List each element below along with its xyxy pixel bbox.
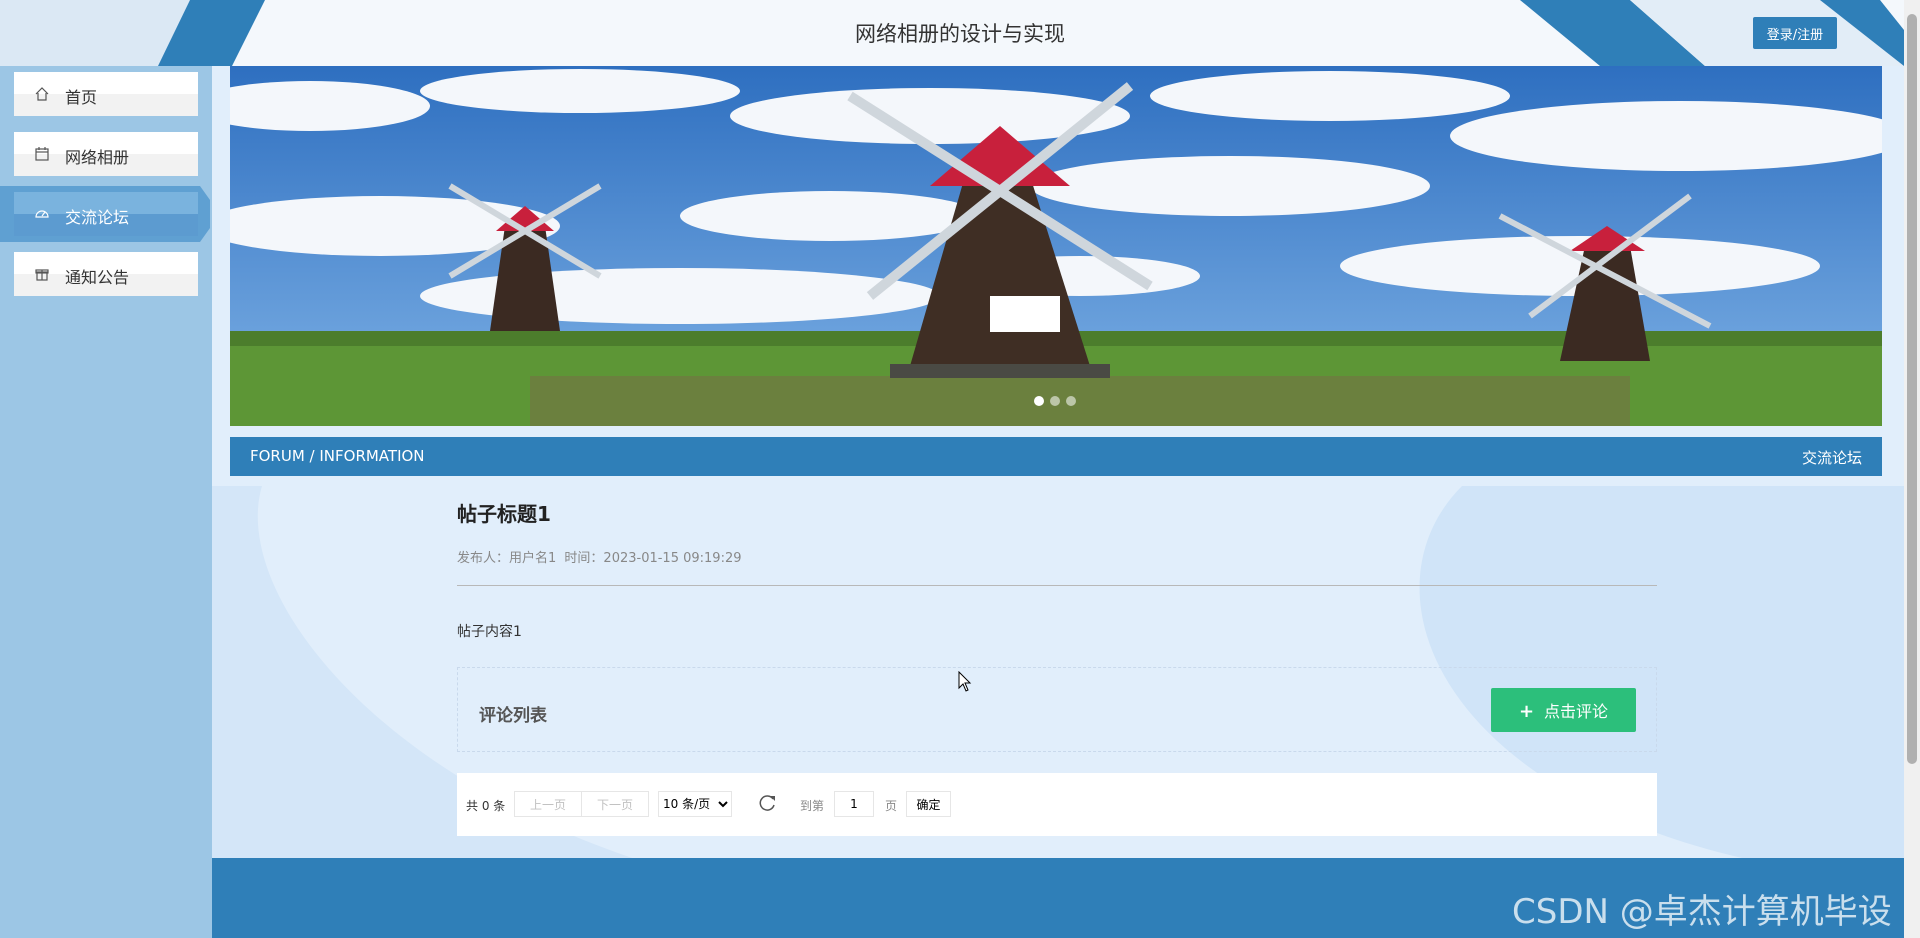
- home-icon: [35, 87, 49, 101]
- comment-list-panel: 评论列表 + 点击评论: [457, 667, 1657, 752]
- mouse-cursor-icon: [958, 671, 972, 692]
- watermark-text: CSDN @卓杰计算机毕设: [1512, 892, 1892, 932]
- section-header: FORUM / INFORMATION 交流论坛: [230, 437, 1882, 476]
- page-suffix: 页: [885, 799, 898, 813]
- sidebar-item-label: 通知公告: [65, 268, 130, 287]
- dashboard-icon: [35, 210, 49, 218]
- confirm-page-button[interactable]: 确定: [906, 791, 951, 817]
- post-meta: 发布人：用户名1 时间：2023-01-15 09:19:29: [457, 547, 746, 566]
- add-comment-button[interactable]: + 点击评论: [1491, 688, 1636, 732]
- top-header: 网络相册的设计与实现 登录/注册: [0, 0, 1920, 66]
- section-subtitle: FORUM / INFORMATION: [250, 447, 425, 465]
- banner-image: [230, 66, 1882, 426]
- scrollbar-thumb[interactable]: [1907, 14, 1917, 764]
- carousel-dot-1[interactable]: [1034, 396, 1044, 406]
- section-title: 交流论坛: [1801, 449, 1862, 467]
- calendar-icon: [35, 147, 49, 161]
- divider: [457, 585, 1657, 586]
- post-title: 帖子标题1: [457, 502, 551, 526]
- post-author: 发布人：用户名1: [457, 551, 557, 566]
- next-page-button[interactable]: 下一页: [581, 791, 649, 817]
- sidebar-item-home[interactable]: 首页: [0, 66, 210, 122]
- menu-item-background: [0, 66, 210, 122]
- page-number-input[interactable]: [834, 791, 874, 817]
- sidebar-item-label: 交流论坛: [65, 208, 130, 227]
- add-comment-label: 点击评论: [1544, 702, 1609, 721]
- carousel-dot-2[interactable]: [1050, 396, 1060, 406]
- site-title: 网络相册的设计与实现: [855, 22, 1065, 46]
- carousel-dot-3[interactable]: [1066, 396, 1076, 406]
- sidebar-item-announcements[interactable]: 通知公告: [0, 246, 210, 302]
- sidebar-item-forum[interactable]: 交流论坛: [0, 186, 210, 242]
- plus-icon: +: [1518, 701, 1535, 722]
- comment-list-title: 评论列表: [479, 706, 547, 726]
- prev-page-button[interactable]: 上一页: [514, 791, 582, 817]
- gift-icon: [35, 269, 49, 281]
- post-time: 时间：2023-01-15 09:19:29: [564, 551, 742, 566]
- vertical-scrollbar[interactable]: [1904, 0, 1920, 938]
- pagination: 共 0 条 上一页 下一页 10 条/页 到第 页 确定: [457, 773, 1657, 836]
- goto-label: 到第: [800, 799, 825, 813]
- refresh-icon[interactable]: [758, 793, 778, 813]
- total-count: 共 0 条: [466, 799, 506, 813]
- post-content: 帖子内容1: [457, 624, 522, 640]
- page-size-select[interactable]: 10 条/页: [658, 791, 732, 817]
- sidebar-item-label: 网络相册: [65, 148, 130, 167]
- sidebar-item-photo-album[interactable]: 网络相册: [0, 126, 210, 182]
- sidebar-item-label: 首页: [65, 88, 98, 107]
- login-register-button[interactable]: 登录/注册: [1753, 17, 1837, 49]
